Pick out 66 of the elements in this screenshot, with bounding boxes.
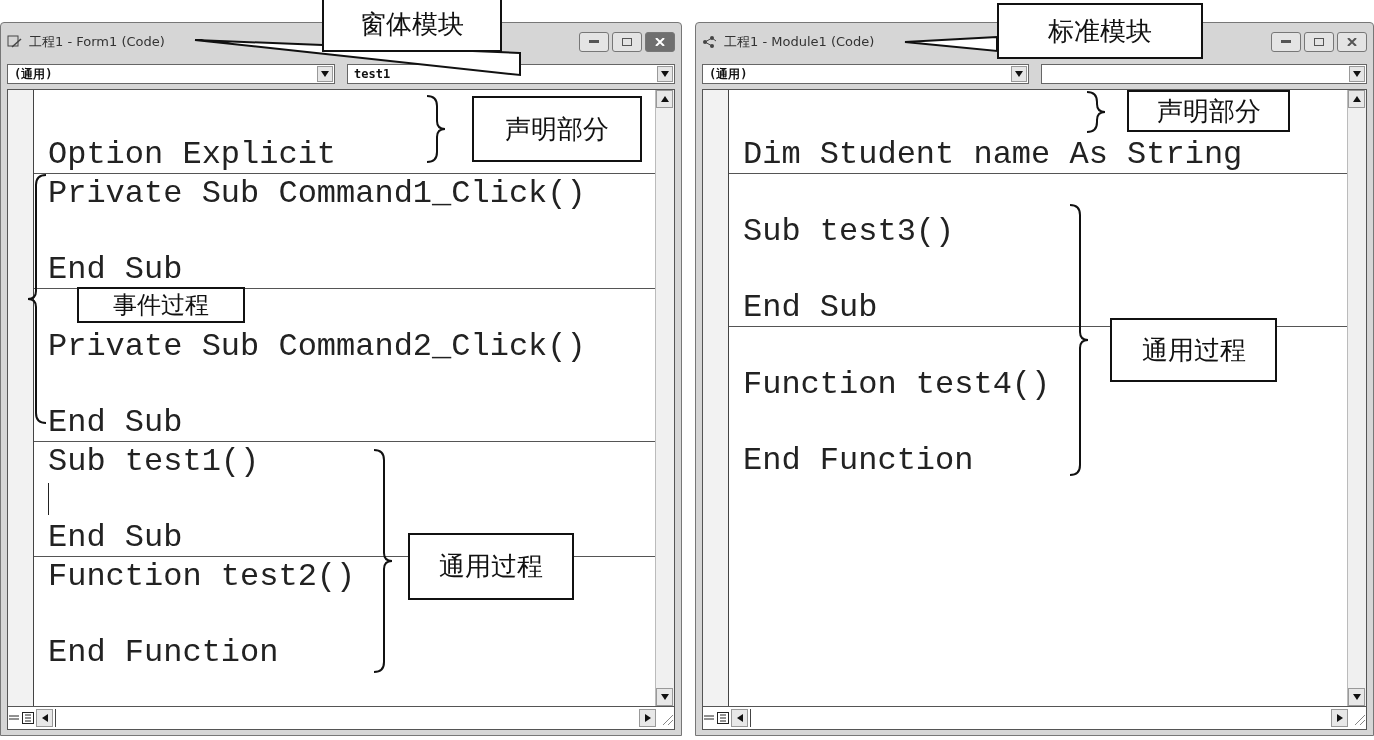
minimize-button[interactable] bbox=[579, 32, 609, 52]
object-dropdown[interactable]: (通用) bbox=[7, 64, 335, 84]
code-line: Option Explicit bbox=[48, 135, 337, 173]
down-arrow-icon bbox=[321, 71, 329, 77]
code-line: End Sub bbox=[48, 250, 183, 288]
down-arrow-icon bbox=[1353, 71, 1361, 77]
window-title: 工程1 - Module1 (Code) bbox=[724, 33, 875, 51]
callout-label: 通用过程 bbox=[408, 533, 574, 600]
brace-icon bbox=[373, 449, 393, 673]
code-line: Sub test3() bbox=[743, 212, 955, 250]
scroll-left-button[interactable] bbox=[731, 709, 748, 727]
maximize-icon bbox=[622, 38, 632, 46]
object-dropdown[interactable]: (通用) bbox=[702, 64, 1029, 84]
right-arrow-icon bbox=[1336, 714, 1343, 722]
callout-label: 标准模块 bbox=[997, 3, 1203, 59]
down-arrow-icon bbox=[1352, 694, 1361, 700]
code-line: End Sub bbox=[48, 403, 183, 441]
down-arrow-icon bbox=[660, 694, 669, 700]
minimize-button[interactable] bbox=[1271, 32, 1301, 52]
scroll-right-button[interactable] bbox=[639, 709, 656, 727]
code-line: Sub test1() bbox=[48, 442, 260, 480]
close-icon bbox=[655, 38, 665, 46]
left-arrow-icon bbox=[736, 714, 743, 722]
right-arrow-icon bbox=[644, 714, 651, 722]
brace-icon bbox=[1086, 91, 1106, 133]
code-line: Private Sub Command2_Click() bbox=[48, 327, 586, 365]
callout-label: 窗体模块 bbox=[322, 0, 502, 52]
callout-label: 声明部分 bbox=[1127, 90, 1290, 132]
window-title: 工程1 - Form1 (Code) bbox=[29, 33, 165, 51]
vertical-scrollbar[interactable] bbox=[1347, 90, 1366, 706]
close-icon bbox=[1347, 38, 1357, 46]
code-line: Dim Student name As String bbox=[743, 135, 1243, 173]
maximize-button[interactable] bbox=[612, 32, 642, 52]
close-button[interactable] bbox=[645, 32, 675, 52]
form-icon bbox=[7, 35, 23, 49]
full-module-view-icon[interactable] bbox=[717, 712, 729, 724]
vertical-scrollbar[interactable] bbox=[655, 90, 674, 706]
full-module-view-icon[interactable] bbox=[22, 712, 34, 724]
code-line: End Function bbox=[743, 441, 974, 479]
maximize-button[interactable] bbox=[1304, 32, 1334, 52]
callout-label: 声明部分 bbox=[472, 96, 642, 162]
brace-icon bbox=[27, 174, 47, 424]
minimize-icon bbox=[589, 40, 599, 44]
code-line: Private Sub Command1_Click() bbox=[48, 174, 586, 212]
scroll-left-button[interactable] bbox=[36, 709, 53, 727]
code-line: End Sub bbox=[743, 288, 878, 326]
scroll-right-button[interactable] bbox=[1331, 709, 1348, 727]
up-arrow-icon bbox=[1352, 96, 1361, 102]
code-line: Function test2() bbox=[48, 557, 356, 595]
down-arrow-icon bbox=[1014, 71, 1023, 77]
minimize-icon bbox=[1281, 40, 1291, 44]
brace-icon bbox=[426, 95, 446, 163]
callout-label: 通用过程 bbox=[1110, 318, 1277, 382]
module-icon bbox=[702, 35, 718, 49]
code-line: End Sub bbox=[48, 518, 183, 556]
text-cursor bbox=[48, 483, 49, 515]
up-arrow-icon bbox=[660, 96, 669, 102]
close-button[interactable] bbox=[1337, 32, 1367, 52]
code-line: Function test4() bbox=[743, 365, 1051, 403]
procedure-dropdown[interactable] bbox=[1040, 64, 1367, 84]
down-arrow-icon bbox=[661, 71, 669, 77]
callout-label: 事件过程 bbox=[77, 287, 245, 323]
left-arrow-icon bbox=[41, 714, 48, 722]
brace-icon bbox=[1069, 204, 1089, 476]
code-line: End Function bbox=[48, 633, 279, 671]
maximize-icon bbox=[1314, 38, 1324, 46]
